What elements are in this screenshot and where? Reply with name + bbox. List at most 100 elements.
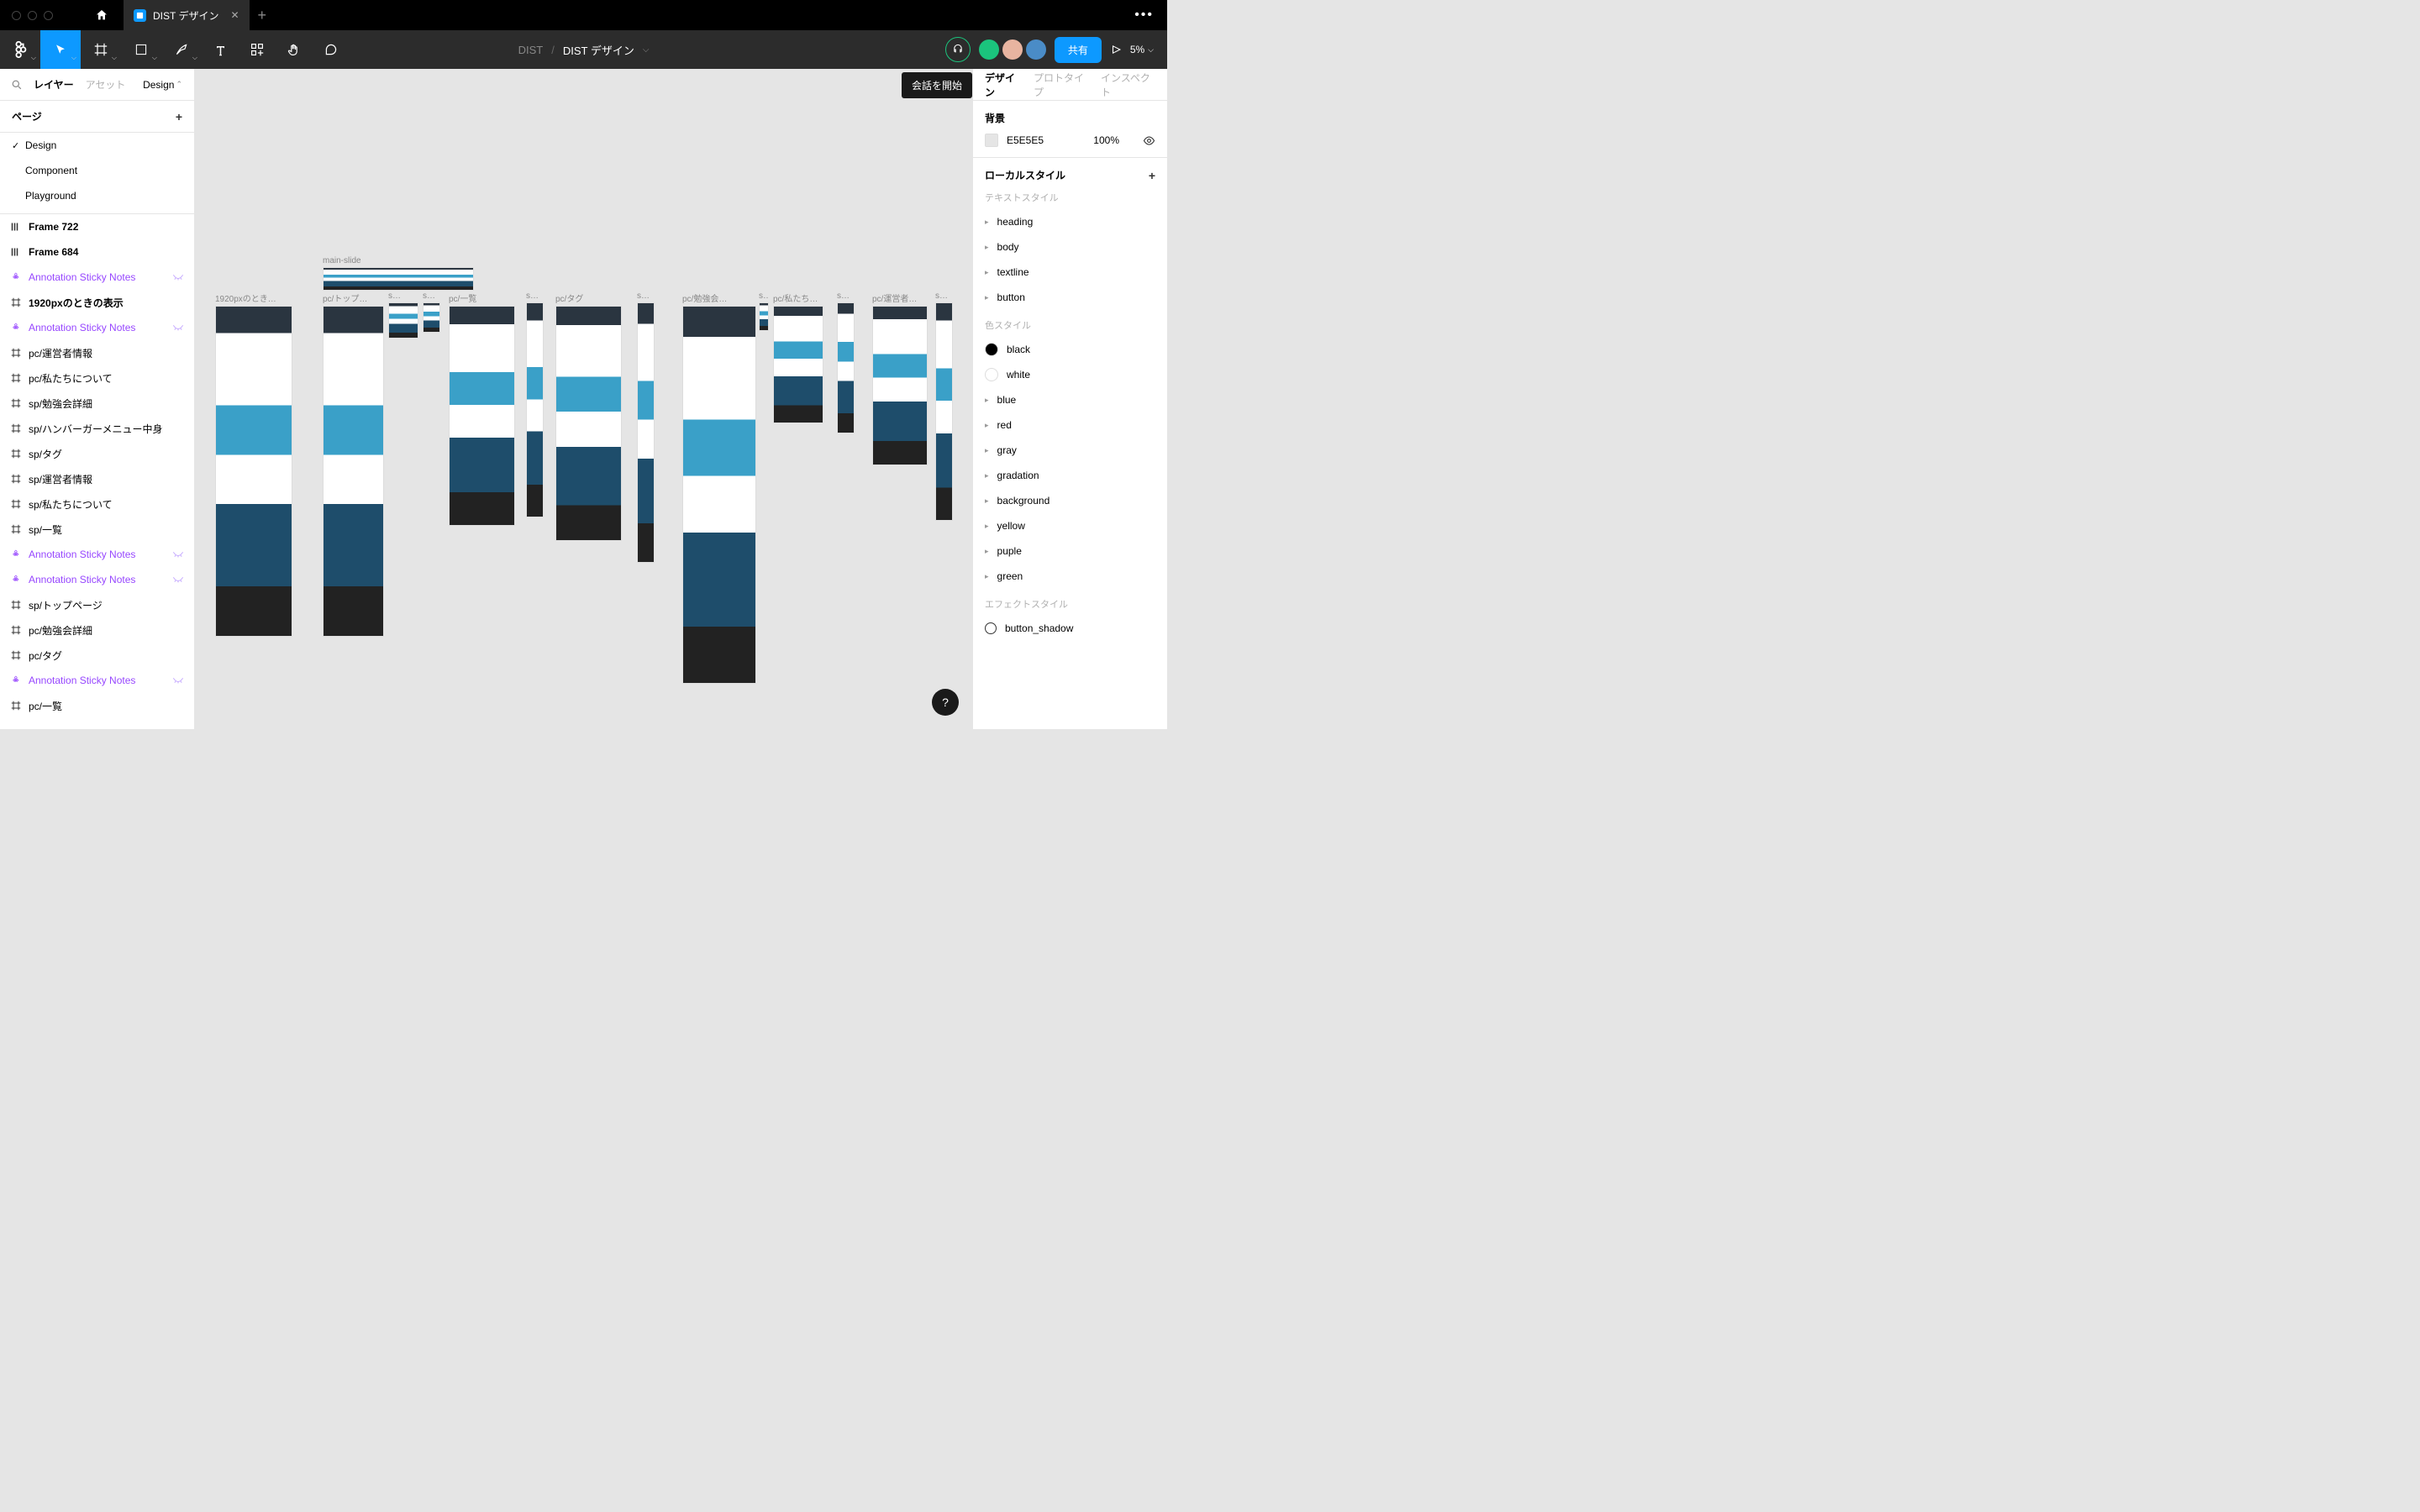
color-style-item[interactable]: ▸red bbox=[985, 412, 1155, 438]
tab-layers[interactable]: レイヤー bbox=[34, 77, 74, 92]
audio-call-button[interactable] bbox=[945, 37, 971, 62]
layer-item[interactable]: Annotation Sticky Notes bbox=[0, 567, 194, 592]
avatar[interactable] bbox=[1002, 39, 1023, 60]
canvas-frame[interactable]: s… bbox=[759, 291, 769, 331]
avatar[interactable] bbox=[1026, 39, 1046, 60]
layer-item[interactable]: Annotation Sticky Notes bbox=[0, 265, 194, 290]
file-title-area[interactable]: DIST / DIST デザイン ⌵ bbox=[518, 42, 650, 58]
layer-item[interactable]: 1920pxのときの表示 bbox=[0, 290, 194, 315]
layer-item[interactable]: pc/勉強会詳細 bbox=[0, 617, 194, 643]
canvas-frame[interactable]: pc/タグ bbox=[555, 291, 622, 541]
color-style-item[interactable]: white bbox=[985, 362, 1155, 387]
layer-item[interactable]: sp/勉強会詳細 bbox=[0, 391, 194, 416]
text-style-item[interactable]: ▸body bbox=[985, 234, 1155, 260]
help-button[interactable]: ? bbox=[932, 689, 959, 716]
effect-style-item[interactable]: button_shadow bbox=[985, 616, 1155, 641]
pen-tool-button[interactable]: ⌵ bbox=[161, 30, 202, 69]
add-page-button[interactable]: + bbox=[176, 110, 182, 123]
layer-item[interactable]: sp/タグ bbox=[0, 441, 194, 466]
page-item[interactable]: Design bbox=[0, 133, 194, 158]
canvas-frame[interactable]: pc/一覧 bbox=[449, 291, 515, 526]
close-window-icon[interactable] bbox=[12, 11, 21, 20]
canvas-frame[interactable]: s… bbox=[837, 291, 855, 433]
background-row[interactable]: E5E5E5 100% bbox=[985, 134, 1155, 147]
color-swatch[interactable] bbox=[985, 134, 998, 147]
tab-prototype[interactable]: プロトタイプ bbox=[1034, 71, 1089, 99]
hidden-icon[interactable] bbox=[172, 323, 184, 332]
page-selector[interactable]: Design ⌃ bbox=[143, 79, 182, 91]
color-style-item[interactable]: ▸gradation bbox=[985, 463, 1155, 488]
layer-item[interactable]: Annotation Sticky Notes bbox=[0, 315, 194, 340]
text-style-item[interactable]: ▸button bbox=[985, 285, 1155, 310]
canvas-frame[interactable]: main-slide bbox=[323, 256, 474, 291]
color-style-item[interactable]: ▸yellow bbox=[985, 513, 1155, 538]
canvas-frame[interactable]: s… bbox=[423, 291, 440, 333]
text-tool-button[interactable] bbox=[202, 30, 239, 69]
color-style-item[interactable]: ▸green bbox=[985, 564, 1155, 589]
hidden-icon[interactable] bbox=[172, 676, 184, 685]
hidden-icon[interactable] bbox=[172, 550, 184, 559]
tab-design[interactable]: デザイン bbox=[985, 71, 1022, 99]
color-style-item[interactable]: black bbox=[985, 337, 1155, 362]
frame-icon bbox=[10, 625, 22, 635]
add-style-button[interactable]: + bbox=[1149, 169, 1155, 182]
avatar[interactable] bbox=[979, 39, 999, 60]
canvas-frame[interactable]: pc/トップ… bbox=[323, 291, 384, 637]
shape-tool-button[interactable]: ⌵ bbox=[121, 30, 161, 69]
search-icon[interactable] bbox=[12, 80, 22, 90]
canvas-frame[interactable]: 1920pxのとき… bbox=[215, 291, 292, 637]
layer-item[interactable]: pc/私たちについて bbox=[0, 365, 194, 391]
maximize-window-icon[interactable] bbox=[44, 11, 53, 20]
zoom-control[interactable]: 5% ⌵ bbox=[1130, 44, 1154, 55]
hidden-icon[interactable] bbox=[172, 273, 184, 281]
main-menu-button[interactable]: ⌵ bbox=[0, 30, 40, 69]
hand-tool-button[interactable] bbox=[276, 30, 313, 69]
layer-item[interactable]: sp/トップページ bbox=[0, 592, 194, 617]
layer-label: Annotation Sticky Notes bbox=[29, 549, 135, 560]
color-style-item[interactable]: ▸gray bbox=[985, 438, 1155, 463]
text-style-item[interactable]: ▸heading bbox=[985, 209, 1155, 234]
hidden-icon[interactable] bbox=[172, 575, 184, 584]
layer-item[interactable]: pc/タグ bbox=[0, 643, 194, 668]
layer-item[interactable]: sp/私たちについて bbox=[0, 491, 194, 517]
canvas-frame[interactable]: pc/私たち… bbox=[773, 291, 823, 423]
figma-file-icon bbox=[134, 9, 146, 22]
file-tab[interactable]: DIST デザイン ✕ bbox=[124, 0, 250, 30]
color-style-item[interactable]: ▸background bbox=[985, 488, 1155, 513]
layer-item[interactable]: pc/運営者情報 bbox=[0, 340, 194, 365]
comment-tool-button[interactable] bbox=[313, 30, 350, 69]
layer-item[interactable]: Annotation Sticky Notes bbox=[0, 668, 194, 693]
color-style-item[interactable]: ▸blue bbox=[985, 387, 1155, 412]
page-item[interactable]: Component bbox=[0, 158, 194, 183]
visibility-toggle-icon[interactable] bbox=[1143, 134, 1155, 147]
home-icon[interactable] bbox=[95, 8, 108, 22]
canvas-frame[interactable]: s… bbox=[637, 291, 655, 563]
minimize-window-icon[interactable] bbox=[28, 11, 37, 20]
canvas-frame[interactable]: s… bbox=[526, 291, 544, 517]
canvas-frame[interactable]: pc/勉強会… bbox=[682, 291, 756, 684]
layer-item[interactable]: sp/ハンバーガーメニュー中身 bbox=[0, 416, 194, 441]
layer-item[interactable]: Frame 722 bbox=[0, 214, 194, 239]
canvas[interactable]: main-slide1920pxのとき…pc/トップ…s…s…pc/一覧s…pc… bbox=[195, 69, 972, 729]
overflow-menu-icon[interactable]: ••• bbox=[1134, 8, 1154, 23]
layer-item[interactable]: Frame 684 bbox=[0, 239, 194, 265]
canvas-frame[interactable]: s… bbox=[388, 291, 418, 339]
tab-inspect[interactable]: インスペクト bbox=[1101, 71, 1155, 99]
layer-item[interactable]: pc/一覧 bbox=[0, 693, 194, 718]
tab-assets[interactable]: アセット bbox=[86, 77, 126, 92]
present-button[interactable] bbox=[1110, 44, 1122, 55]
frame-tool-button[interactable]: ⌵ bbox=[81, 30, 121, 69]
canvas-frame[interactable]: pc/運営者… bbox=[872, 291, 928, 465]
layer-item[interactable]: sp/運営者情報 bbox=[0, 466, 194, 491]
layer-item[interactable]: sp/一覧 bbox=[0, 517, 194, 542]
new-tab-button[interactable]: + bbox=[258, 7, 267, 24]
close-tab-icon[interactable]: ✕ bbox=[230, 9, 239, 21]
page-item[interactable]: Playground bbox=[0, 183, 194, 208]
text-style-item[interactable]: ▸textline bbox=[985, 260, 1155, 285]
canvas-frame[interactable]: s… bbox=[935, 291, 953, 521]
move-tool-button[interactable]: ⌵ bbox=[40, 30, 81, 69]
share-button[interactable]: 共有 bbox=[1055, 37, 1102, 63]
resources-button[interactable] bbox=[239, 30, 276, 69]
color-style-item[interactable]: ▸puple bbox=[985, 538, 1155, 564]
layer-item[interactable]: Annotation Sticky Notes bbox=[0, 542, 194, 567]
